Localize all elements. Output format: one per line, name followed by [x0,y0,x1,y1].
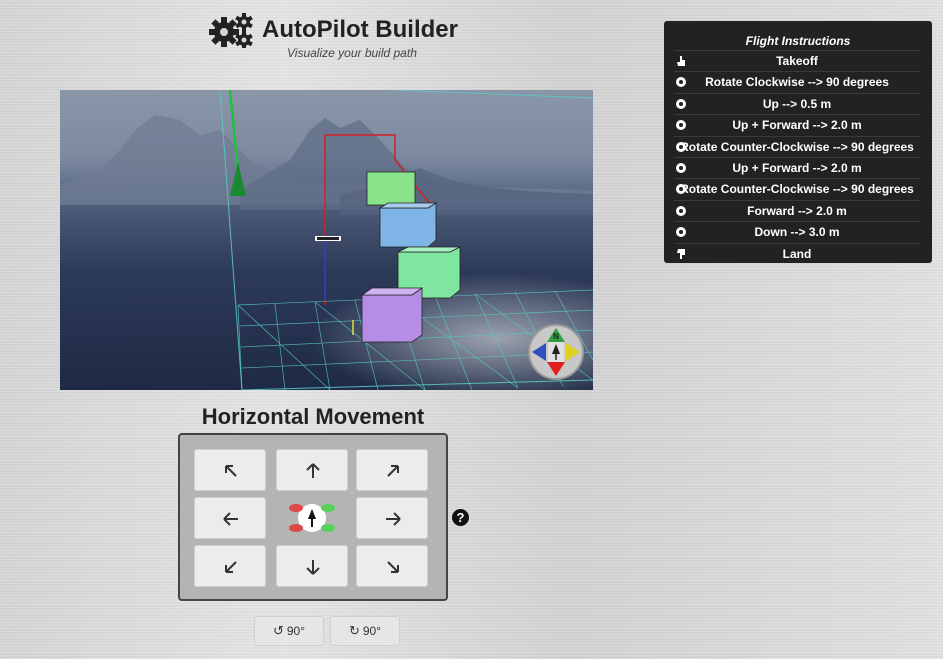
dot-circle-icon [676,98,686,109]
dot-circle-icon [676,162,686,173]
dot-circle-icon [676,120,686,131]
arrow-down-right-icon [387,561,399,573]
drone-orientation-indicator [276,497,348,539]
instruction-item[interactable]: Rotate Clockwise --> 90 degrees [674,71,920,92]
instruction-item[interactable]: Up + Forward --> 2.0 m [674,114,920,135]
move-back-right-button[interactable] [356,545,428,587]
instruction-item[interactable]: Rotate Counter-Clockwise --> 90 degrees [674,135,920,157]
instruction-label: Rotate Clockwise --> 90 degrees [705,75,889,90]
instruction-label: Rotate Counter-Clockwise --> 90 degrees [680,139,914,154]
move-forward-right-button[interactable] [356,449,428,491]
move-back-left-button[interactable] [194,545,266,587]
move-forward-left-button[interactable] [194,449,266,491]
move-forward-button[interactable] [276,449,348,491]
arrow-up-right-icon [387,465,399,477]
instruction-item[interactable]: Up + Forward --> 2.0 m [674,156,920,178]
rotate-ccw-label: 90° [286,624,306,638]
arrow-down-icon [306,560,320,575]
move-left-button[interactable] [194,497,266,539]
horizontal-movement-title: Horizontal Movement [201,404,425,429]
arrow-up-icon [306,463,320,478]
instruction-item[interactable]: Land [674,242,920,264]
arrow-down-left-icon [225,561,237,573]
instruction-label: Up + Forward --> 2.0 m [732,160,862,175]
instruction-label: Up --> 0.5 m [762,96,832,111]
dot-circle-icon [676,227,686,238]
gears-icon [209,13,253,48]
instruction-item[interactable]: Down --> 3.0 m [674,221,920,242]
dot-circle-icon [676,77,686,88]
instruction-item[interactable]: Takeoff [674,50,920,71]
arrow-right-icon [386,512,401,526]
instruction-item[interactable]: Up --> 0.5 m [674,92,920,114]
instruction-label: Forward --> 2.0 m [747,203,847,218]
drone-top-icon [289,504,335,532]
header: AutoPilot Builder Visualize your build p… [208,12,458,62]
instruction-label: Takeoff [776,54,818,68]
arrow-up-left-icon [225,465,237,477]
instruction-label: Land [782,246,812,261]
rotate-ccw-icon: ↺ [272,623,284,638]
help-icon[interactable]: ? [452,509,469,526]
move-back-button[interactable] [276,545,348,587]
rotate-cw-icon: ↻ [348,623,360,638]
flight-instructions-panel: Flight Instructions Takeoff Rotate Clock… [664,21,932,263]
instruction-label: Rotate Counter-Clockwise --> 90 degrees [680,182,914,197]
app-title: AutoPilot Builder [262,16,458,43]
instruction-label: Up + Forward --> 2.0 m [732,118,862,133]
move-right-button[interactable] [356,497,428,539]
rotate-ccw-button[interactable]: ↺ 90° [254,616,324,646]
hand-down-icon [677,248,685,259]
rotate-cw-button[interactable]: ↻ 90° [330,616,400,646]
drone-icon [315,236,341,241]
dot-circle-icon [676,141,686,152]
hand-up-icon [677,56,685,66]
rotate-cw-label: 90° [362,624,382,638]
dot-circle-icon [676,205,686,216]
horizontal-movement-pad [178,433,448,601]
instruction-list: Takeoff Rotate Clockwise --> 90 degrees … [674,50,920,264]
instruction-item[interactable]: Forward --> 2.0 m [674,199,920,221]
3d-viewport[interactable]: N [60,90,593,390]
app-subtitle: Visualize your build path [287,46,417,60]
instruction-label: Down --> 3.0 m [754,225,840,240]
compass-north-label: N [553,332,559,341]
arrow-left-icon [223,512,238,526]
panel-title: Flight Instructions [745,34,851,48]
instruction-item[interactable]: Rotate Counter-Clockwise --> 90 degrees [674,178,920,199]
